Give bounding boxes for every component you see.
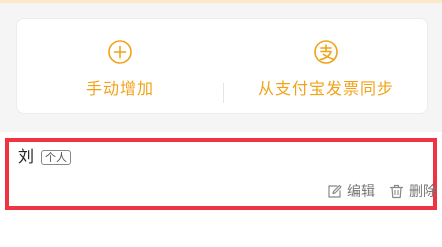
delete-label: 删除 bbox=[409, 184, 437, 200]
entry-type-badge: 个人 bbox=[41, 149, 72, 165]
entry-name-row: 刘 个人 bbox=[18, 147, 72, 166]
edit-label: 编辑 bbox=[347, 184, 375, 200]
add-title-card: 手动增加 从支付宝发票同步 bbox=[16, 18, 428, 114]
top-accent-bar bbox=[0, 0, 442, 3]
manual-add-label: 手动增加 bbox=[85, 79, 154, 98]
alipay-icon bbox=[314, 40, 338, 64]
alipay-sync-button[interactable]: 从支付宝发票同步 bbox=[223, 19, 429, 115]
delete-button[interactable]: 删除 bbox=[389, 181, 437, 201]
edit-icon bbox=[328, 184, 342, 198]
manual-add-button[interactable]: 手动增加 bbox=[17, 19, 223, 115]
entry-actions: 编辑 删除 bbox=[327, 181, 437, 201]
edit-button[interactable]: 编辑 bbox=[327, 181, 375, 201]
trash-icon bbox=[389, 184, 404, 198]
alipay-sync-label: 从支付宝发票同步 bbox=[257, 79, 394, 98]
entry-name: 刘 bbox=[18, 147, 35, 166]
plus-circle-icon bbox=[108, 40, 132, 64]
